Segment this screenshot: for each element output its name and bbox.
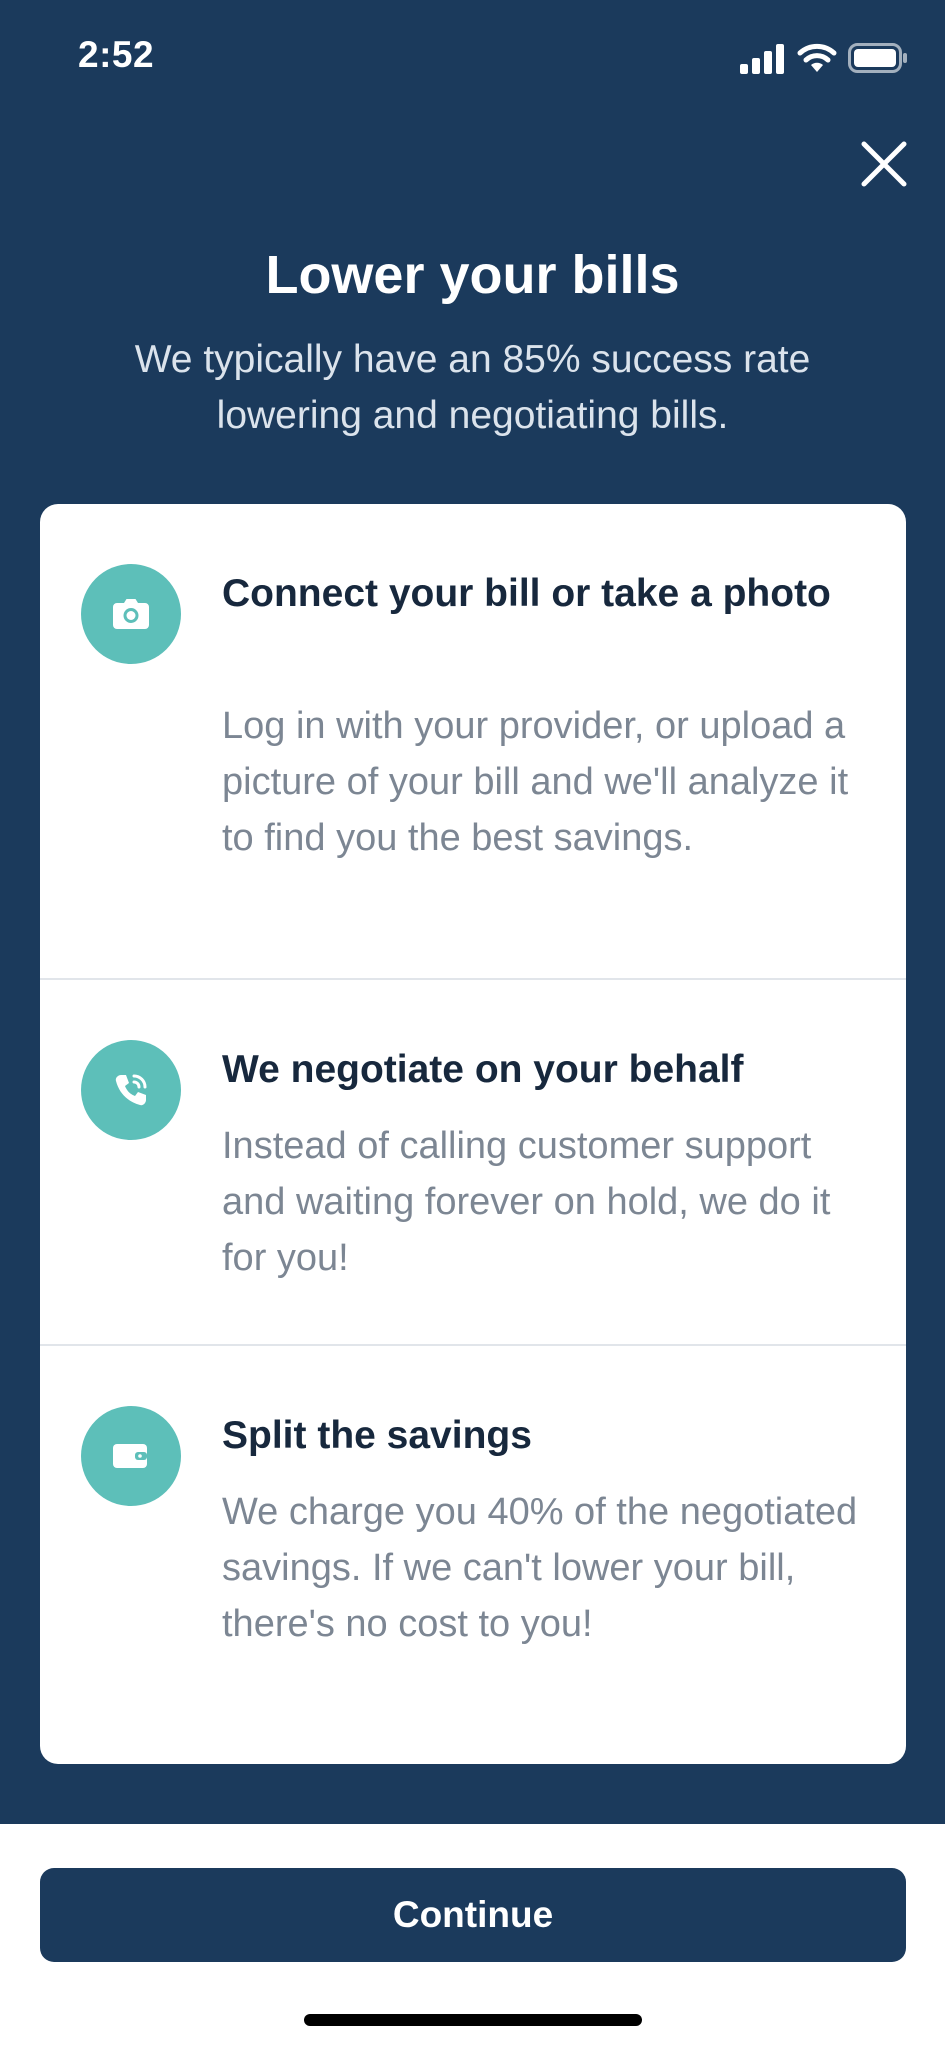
page-title: Lower your bills	[265, 245, 680, 305]
step-icon-circle	[81, 564, 181, 664]
footer: Continue	[0, 1824, 945, 2048]
step-icon-circle	[81, 1406, 181, 1506]
wallet-icon	[113, 1444, 147, 1468]
step-negotiate: We negotiate on your behalf Instead of c…	[40, 980, 906, 1344]
hero-section: 2:52 Lower your bills We typically have …	[0, 0, 945, 1824]
step-description: We charge you 40% of the negotiated savi…	[222, 1491, 858, 1645]
step-icon-circle	[81, 1040, 181, 1140]
continue-button[interactable]: Continue	[40, 1868, 906, 1962]
close-icon	[861, 141, 907, 187]
steps-card: Connect your bill or take a photo Log in…	[40, 504, 906, 1764]
home-indicator[interactable]	[304, 2014, 642, 2026]
page-subtitle: We typically have an 85% success rate lo…	[134, 338, 811, 437]
phone-call-icon	[115, 1074, 147, 1106]
step-description: Instead of calling customer support and …	[222, 1125, 831, 1279]
status-bar: 2:52	[0, 0, 945, 110]
step-description: Log in with your provider, or upload a p…	[222, 705, 849, 859]
status-time: 2:52	[78, 34, 155, 75]
step-title: Connect your bill or take a photo	[222, 572, 831, 615]
step-title: Split the savings	[222, 1414, 532, 1457]
close-button[interactable]	[856, 136, 912, 192]
wifi-icon	[797, 43, 837, 72]
step-title: We negotiate on your behalf	[222, 1048, 744, 1091]
camera-icon	[113, 599, 149, 629]
battery-icon	[848, 43, 907, 73]
step-connect-bill: Connect your bill or take a photo Log in…	[40, 504, 906, 978]
step-split-savings: Split the savings We charge you 40% of t…	[40, 1346, 906, 1764]
signal-icon	[740, 44, 784, 74]
